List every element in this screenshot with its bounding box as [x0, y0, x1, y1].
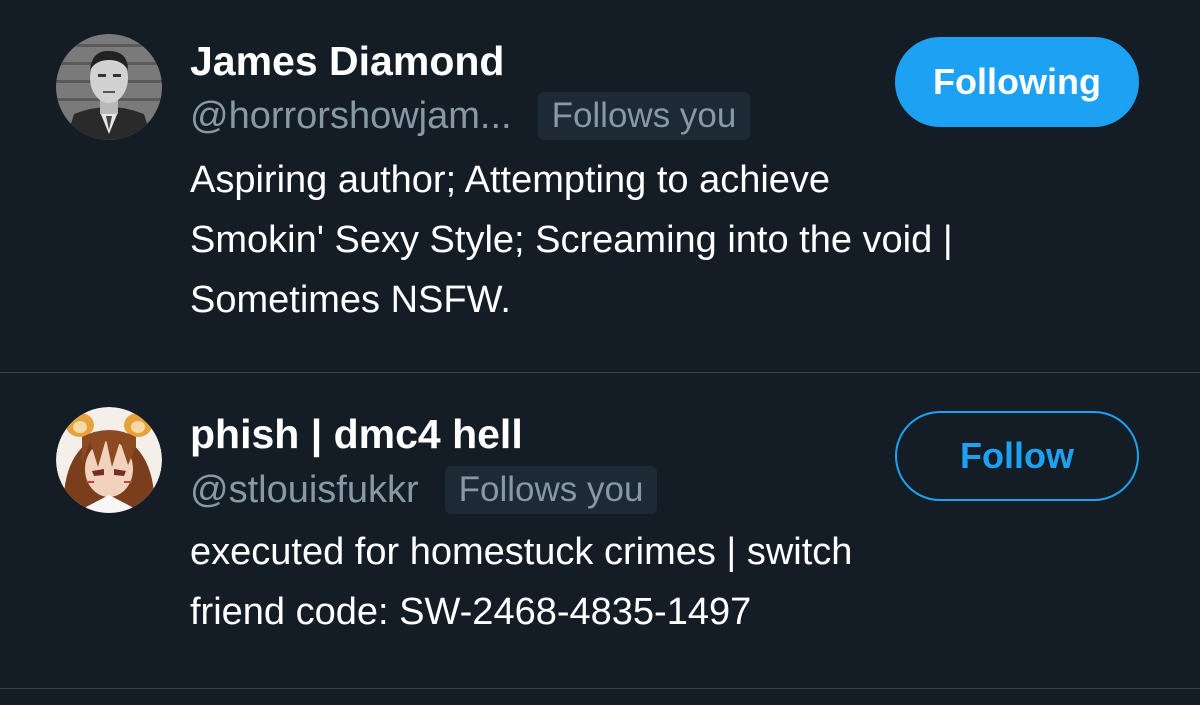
follows-you-badge: Follows you [537, 92, 751, 140]
follows-you-badge: Follows you [444, 466, 658, 514]
handle-line: @stlouisfukkr Follows you [190, 464, 658, 516]
user-list: James Diamond @horrorshowjam... Follows … [0, 0, 1200, 705]
bio-line: executed for homestuck crimes | switch [190, 531, 853, 573]
avatar[interactable] [56, 407, 162, 513]
bio-line: Smokin' Sexy Style; Screaming into the v… [190, 219, 953, 261]
avatar[interactable] [56, 34, 162, 140]
anime-character-avatar-icon [56, 407, 162, 513]
user-row[interactable]: phish | dmc4 hell @stlouisfukkr Follows … [0, 373, 1200, 688]
user-handle[interactable]: @horrorshowjam... [190, 92, 512, 140]
user-bio: Aspiring author; Attempting to achieve S… [190, 150, 1150, 330]
display-name[interactable]: phish | dmc4 hell [190, 410, 523, 458]
follow-button[interactable]: Follow [895, 411, 1139, 501]
display-name[interactable]: James Diamond [190, 37, 504, 85]
handle-line: @horrorshowjam... Follows you [190, 90, 751, 142]
bio-line: friend code: SW-2468-4835-1497 [190, 591, 752, 633]
bio-line: Aspiring author; Attempting to achieve [190, 159, 831, 201]
user-bio: executed for homestuck crimes | switch f… [190, 522, 1150, 642]
following-button[interactable]: Following [895, 37, 1139, 127]
user-handle[interactable]: @stlouisfukkr [190, 466, 419, 514]
bio-line: Sometimes NSFW. [190, 279, 511, 321]
grayscale-portrait-avatar-icon [56, 34, 162, 140]
divider [0, 688, 1200, 689]
user-row[interactable]: James Diamond @horrorshowjam... Follows … [0, 0, 1200, 372]
